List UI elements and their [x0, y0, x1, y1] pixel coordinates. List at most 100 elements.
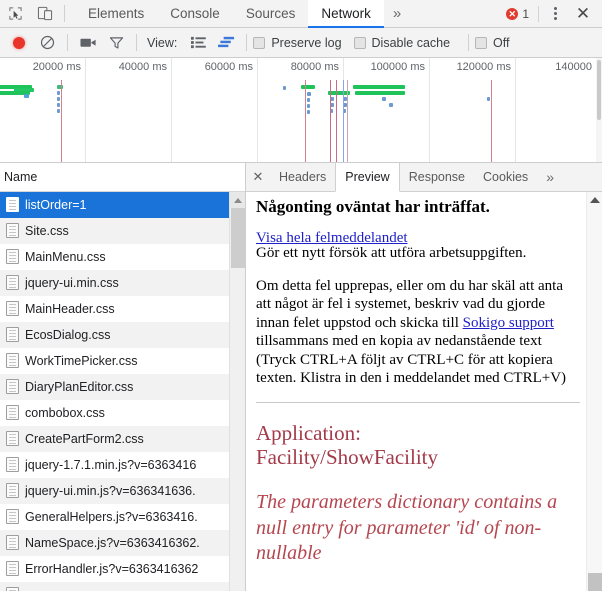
- dom-content-loaded-line: [336, 80, 337, 162]
- application-info: Application: Facility/ShowFacility: [256, 421, 580, 471]
- sokigo-support-link[interactable]: Sokigo support: [463, 315, 554, 331]
- overview-scrollbar[interactable]: [596, 58, 602, 162]
- request-row-jquery-ui-min-css[interactable]: jquery-ui.min.css: [0, 270, 245, 296]
- request-row-diaryplaneditor-css[interactable]: DiaryPlanEditor.css: [0, 374, 245, 400]
- request-row-listorder[interactable]: listOrder=1: [0, 192, 245, 218]
- document-icon: [6, 483, 19, 498]
- tab-elements[interactable]: Elements: [75, 0, 157, 27]
- request-name: Site.css: [25, 223, 69, 238]
- tab-console-label: Console: [170, 6, 220, 21]
- request-name: WorkTimePicker.css: [25, 353, 138, 368]
- tab-network[interactable]: Network: [308, 0, 384, 28]
- clear-button[interactable]: [33, 29, 61, 57]
- more-tabs-button[interactable]: »: [384, 0, 410, 27]
- scrollbar-thumb[interactable]: [588, 573, 602, 591]
- scroll-up-arrow-icon[interactable]: [230, 192, 245, 208]
- close-devtools-icon[interactable]: ✕: [568, 4, 598, 24]
- request-row-errorhandler-js[interactable]: ErrorHandler.js?v=6363416362: [0, 556, 245, 582]
- document-icon: [6, 587, 19, 591]
- network-overview[interactable]: 20000 ms 40000 ms 60000 ms 80000 ms 1000…: [0, 58, 602, 163]
- request-row-mainheader-css[interactable]: MainHeader.css: [0, 296, 245, 322]
- devtools-tabbar: Elements Console Sources Network » ✕ 1 ✕: [0, 0, 602, 28]
- close-panel-icon[interactable]: ✕: [246, 163, 270, 191]
- toolbar-divider-4: [468, 34, 470, 51]
- ruler-tick-label: 40000 ms: [118, 61, 167, 73]
- screenshot-button[interactable]: [74, 29, 102, 57]
- request-name: combobox.css: [25, 405, 105, 420]
- filter-button[interactable]: [102, 29, 130, 57]
- tabbar-right-controls: ✕ 1 ✕: [500, 0, 602, 27]
- error-count-badge[interactable]: ✕ 1: [500, 7, 535, 21]
- tab-cookies[interactable]: Cookies: [474, 163, 537, 191]
- caret-up-glyph: [233, 197, 242, 203]
- tab-preview[interactable]: Preview: [335, 163, 400, 192]
- screenshot-camera-icon: [79, 38, 96, 47]
- request-list-scrollbar[interactable]: [229, 192, 245, 591]
- tab-headers[interactable]: Headers: [270, 163, 335, 191]
- scroll-up-arrow-icon[interactable]: [587, 192, 602, 208]
- request-list-header: Name: [0, 163, 245, 192]
- overview-request-bars: [0, 82, 602, 138]
- more-detail-tabs-button[interactable]: »: [537, 163, 563, 191]
- kebab-menu-icon[interactable]: [542, 7, 568, 20]
- record-button[interactable]: [5, 29, 33, 57]
- document-icon: [6, 223, 19, 238]
- request-row-namespace-js[interactable]: NameSpace.js?v=6363416362.: [0, 530, 245, 556]
- request-row-ecosdialog-css[interactable]: EcosDialog.css: [0, 322, 245, 348]
- throttling-off-checkbox[interactable]: Off: [475, 36, 510, 50]
- network-toolbar: View: Preserve log Disable cache Off: [0, 28, 602, 58]
- preserve-log-label: Preserve log: [271, 35, 342, 50]
- request-name: jquery-ui.min.css: [25, 275, 119, 290]
- view-list-button[interactable]: [184, 29, 212, 57]
- tab-sources[interactable]: Sources: [233, 0, 309, 27]
- device-toolbar-icon: [37, 6, 53, 21]
- request-row-worktimepicker-css[interactable]: WorkTimePicker.css: [0, 348, 245, 374]
- preview-content: Någonting oväntat har inträffat. Visa he…: [246, 192, 602, 591]
- request-row-jquery-171-min-js[interactable]: jquery-1.7.1.min.js?v=6363416: [0, 452, 245, 478]
- request-row-createpartform2-css[interactable]: CreatePartForm2.css: [0, 426, 245, 452]
- checkbox-box-icon: [253, 36, 266, 49]
- preserve-log-checkbox[interactable]: Preserve log: [253, 35, 342, 50]
- tab-response[interactable]: Response: [400, 163, 474, 191]
- toolbar-divider-1: [67, 34, 68, 51]
- document-icon: [6, 431, 19, 446]
- request-name: GeneralHelpers.js?v=6363416.: [25, 509, 198, 524]
- tab-response-label: Response: [408, 170, 466, 184]
- clear-icon: [40, 35, 54, 50]
- section-divider: [256, 401, 580, 403]
- scrollbar-thumb[interactable]: [231, 208, 245, 268]
- request-row-combobox-css[interactable]: combobox.css: [0, 400, 245, 426]
- request-name: NameSpace.js?v=6363416362.: [25, 535, 200, 550]
- waterfall-view-icon: [217, 36, 234, 48]
- ruler-tick-label: 80000 ms: [290, 61, 339, 73]
- disable-cache-checkbox[interactable]: Disable cache: [353, 36, 450, 50]
- request-row-jquery-ui-min-js[interactable]: jquery-ui.min.js?v=636341636.: [0, 478, 245, 504]
- document-icon: [6, 301, 19, 316]
- tab-network-label: Network: [321, 6, 371, 21]
- request-name: MainMenu.css: [25, 249, 106, 264]
- request-list[interactable]: listOrder=1 Site.css MainMenu.css jquery…: [0, 192, 245, 591]
- dom-content-loaded-line: [305, 80, 306, 162]
- ruler-tick-label: 100000 ms: [370, 61, 425, 73]
- error-circle-icon: ✕: [506, 7, 519, 20]
- request-row-partial[interactable]: [0, 582, 245, 591]
- preview-scrollbar[interactable]: [586, 192, 602, 591]
- tab-headers-label: Headers: [279, 170, 327, 184]
- tab-console[interactable]: Console: [157, 0, 233, 27]
- request-row-generalhelpers-js[interactable]: GeneralHelpers.js?v=6363416.: [0, 504, 245, 530]
- filter-funnel-icon: [109, 36, 123, 49]
- request-row-mainmenu-css[interactable]: MainMenu.css: [0, 244, 245, 270]
- caret-up-glyph: [589, 197, 600, 203]
- error-page-title: Någonting oväntat har inträffat.: [256, 197, 490, 216]
- request-name: jquery-1.7.1.min.js?v=6363416: [25, 457, 197, 472]
- load-event-line: [343, 80, 344, 162]
- toggle-device-toolbar-icon[interactable]: [30, 0, 60, 27]
- request-row-site-css[interactable]: Site.css: [0, 218, 245, 244]
- request-name: CreatePartForm2.css: [25, 431, 144, 446]
- view-waterfall-button[interactable]: [212, 29, 240, 57]
- checkbox-box-icon: [353, 36, 366, 49]
- document-icon: [6, 405, 19, 420]
- tab-cookies-label: Cookies: [483, 170, 529, 184]
- inspect-element-icon[interactable]: [0, 0, 30, 27]
- tab-sources-label: Sources: [245, 6, 296, 21]
